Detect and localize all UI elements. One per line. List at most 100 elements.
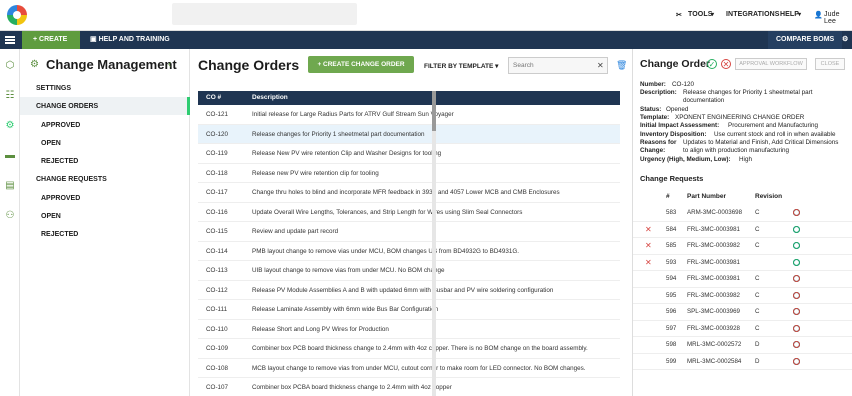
hexagon-icon[interactable]: ⬡ <box>5 61 15 71</box>
table-row[interactable]: CO-116 Update Overall Wire Lengths, Toler… <box>198 203 620 222</box>
tools-menu[interactable]: TOOLS <box>688 11 712 18</box>
change-requests-title: Change Requests <box>640 174 704 183</box>
change-request-row[interactable]: 597 FRL-3MC-0003928 C <box>633 321 852 337</box>
scrollbar[interactable] <box>432 91 436 396</box>
sidebar-item-change-requests[interactable]: CHANGE REQUESTS <box>36 176 107 183</box>
sidebar-item-cr-approved[interactable]: APPROVED <box>41 195 80 202</box>
compare-boms-button[interactable]: COMPARE BOMS <box>768 31 843 49</box>
change-request-row[interactable]: 594 FRL-3MC-0003981 C <box>633 271 852 288</box>
cr-part-number: FRL-3MC-0003982 <box>687 291 740 299</box>
change-management-icon[interactable]: ⚙ <box>5 121 15 131</box>
sidebar-item-settings[interactable]: SETTINGS <box>36 85 71 92</box>
reject-icon[interactable] <box>793 209 800 216</box>
change-request-row[interactable]: 598 MRL-3MC-0002572 D <box>633 337 852 354</box>
help-training-link[interactable]: ▣ HELP AND TRAINING <box>90 31 170 49</box>
column-header[interactable]: Description <box>252 91 288 105</box>
cr-column-header: # <box>666 193 670 200</box>
user-name[interactable]: Jude Lee <box>824 11 852 25</box>
sidebar-item-co-approved[interactable]: APPROVED <box>41 122 80 129</box>
change-request-row[interactable]: 583 ARM-3MC-0003698 C <box>633 205 852 222</box>
monitor-icon: ▣ <box>90 36 99 43</box>
reject-icon[interactable] <box>793 308 800 315</box>
scrollbar-thumb[interactable] <box>432 91 436 131</box>
table-row[interactable]: CO-120 Release changes for Priority 1 she… <box>198 124 620 144</box>
remove-icon[interactable]: ✕ <box>645 222 652 238</box>
impact-label: Initial Impact Assessment: <box>640 122 720 129</box>
cr-number: 598 <box>666 341 677 348</box>
sidebar-item-cr-open[interactable]: OPEN <box>41 213 61 220</box>
table-row[interactable]: CO-111 Release Laminate Assembly with 6mm… <box>198 300 620 320</box>
tools-icon[interactable]: ✂ <box>676 11 682 19</box>
search-input[interactable] <box>508 57 608 74</box>
table-row[interactable]: CO-110 Release Short and Long PV Wires fo… <box>198 320 620 339</box>
column-header[interactable]: CO # <box>206 91 221 105</box>
gear-icon[interactable]: ⚙ <box>842 31 848 49</box>
template-label: Template: <box>640 114 670 121</box>
trash-icon[interactable]: 🗑 <box>616 60 627 71</box>
create-change-order-button[interactable]: + CREATE CHANGE ORDER <box>308 56 414 73</box>
approve-icon[interactable] <box>793 258 800 266</box>
cr-part-number: ARM-3MC-0003698 <box>687 209 743 216</box>
sidebar-item-cr-rejected[interactable]: REJECTED <box>41 231 78 238</box>
reject-icon[interactable]: ✕ <box>721 59 731 69</box>
co-number: CO-120 <box>206 130 229 138</box>
approval-workflow-button[interactable]: APPROVAL WORKFLOW <box>735 58 807 70</box>
co-description: Combiner box PCBA board thickness change… <box>252 384 452 391</box>
table-row[interactable]: CO-107 Combiner box PCBA board thickness … <box>198 378 620 396</box>
reject-icon[interactable] <box>793 357 800 365</box>
co-number: CO-113 <box>206 267 228 274</box>
remove-icon[interactable]: ✕ <box>645 238 652 254</box>
cr-column-header: Revision <box>755 193 783 200</box>
create-button[interactable]: + CREATE <box>22 31 80 49</box>
sidebar-item-co-open[interactable]: OPEN <box>41 140 61 147</box>
help-menu[interactable]: HELP <box>780 11 799 18</box>
approve-icon[interactable]: ✓ <box>707 59 717 69</box>
reject-icon[interactable] <box>793 341 800 348</box>
approve-icon[interactable] <box>793 225 800 233</box>
users-icon[interactable]: ⚇ <box>5 211 15 221</box>
menu-icon[interactable] <box>5 36 15 44</box>
folder-icon[interactable]: ▬ <box>5 151 15 161</box>
sidebar-item-change-orders[interactable]: CHANGE ORDERS <box>36 103 98 110</box>
table-row[interactable]: CO-112 Release PV Module Assemblies A and… <box>198 281 620 300</box>
cr-revision: C <box>755 324 760 332</box>
change-request-row[interactable]: 599 MRL-3MC-0002584 D <box>633 354 852 370</box>
table-row[interactable]: CO-119 Release New PV wire retention Clip… <box>198 144 620 164</box>
list-icon[interactable]: ☷ <box>5 91 15 101</box>
number-value: CO-120 <box>672 81 695 88</box>
change-request-row[interactable]: 596 SPL-3MC-0003969 C <box>633 304 852 321</box>
reject-icon[interactable] <box>793 324 800 332</box>
blurred-region <box>172 3 357 25</box>
table-icon[interactable]: ▤ <box>5 181 15 191</box>
change-request-row[interactable]: ✕ 584 FRL-3MC-0003981 C <box>633 222 852 238</box>
table-row[interactable]: CO-113 UIB layout change to remove vias f… <box>198 261 620 281</box>
sidebar-item-co-rejected[interactable]: REJECTED <box>41 158 78 165</box>
cr-revision: C <box>755 291 760 299</box>
table-row[interactable]: CO-118 Release new PV wire retention clip… <box>198 164 620 183</box>
integrations-menu[interactable]: INTEGRATIONS <box>726 11 780 18</box>
cr-revision: C <box>755 308 760 315</box>
table-row[interactable]: CO-108 MCB layout change to remove vias f… <box>198 359 620 378</box>
table-row[interactable]: CO-117 Change thru holes to blind and inc… <box>198 183 620 203</box>
impact-value: Procurement and Manufacturing <box>728 122 818 129</box>
table-row[interactable]: CO-109 Combiner box PCB board thickness c… <box>198 339 620 359</box>
approve-icon[interactable] <box>793 242 800 249</box>
reject-icon[interactable] <box>793 291 800 299</box>
filter-by-template-dropdown[interactable]: FILTER BY TEMPLATE ▾ <box>424 62 498 70</box>
collapse-icon[interactable]: ‹ <box>168 59 171 70</box>
reject-icon[interactable] <box>793 275 800 282</box>
table-row[interactable]: CO-115 Review and update part record <box>198 222 620 242</box>
description-label: Description: <box>640 89 677 96</box>
app-logo[interactable] <box>7 5 27 25</box>
change-request-row[interactable]: 595 FRL-3MC-0003982 C <box>633 288 852 304</box>
sidebar-title: Change Management <box>46 57 177 72</box>
clear-search-icon[interactable]: ✕ <box>597 61 604 70</box>
table-row[interactable]: CO-121 Initial release for Large Radius P… <box>198 105 620 125</box>
cr-part-number: MRL-3MC-0002572 <box>687 341 742 348</box>
change-request-row[interactable]: ✕ 585 FRL-3MC-0003982 C <box>633 238 852 255</box>
close-button[interactable]: CLOSE <box>815 58 845 70</box>
change-request-row[interactable]: ✕ 593 FRL-3MC-0003981 <box>633 255 852 271</box>
remove-icon[interactable]: ✕ <box>645 255 652 271</box>
table-row[interactable]: CO-114 PMB layout change to remove vias u… <box>198 242 620 261</box>
co-number: CO-110 <box>206 325 228 333</box>
